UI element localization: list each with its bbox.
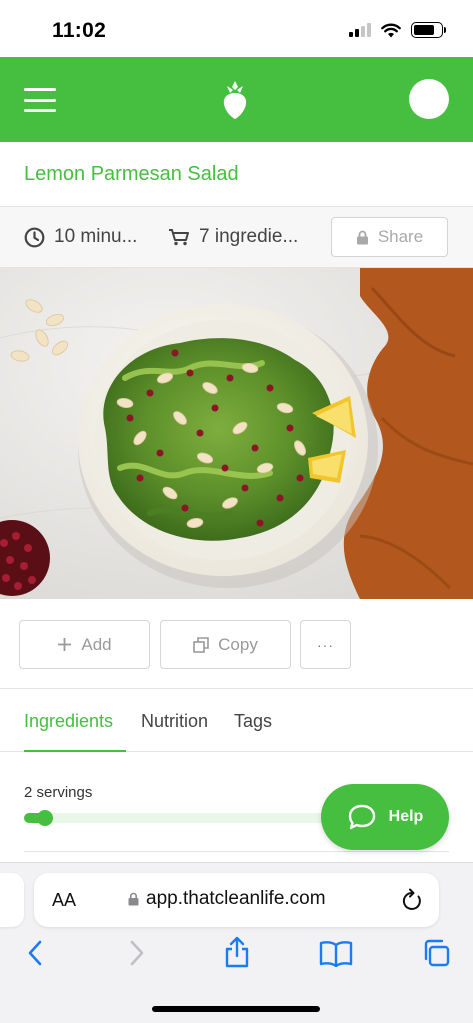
more-options-button[interactable]: ···	[300, 620, 351, 669]
lock-icon	[128, 892, 139, 906]
status-time: 11:02	[52, 19, 107, 42]
prep-time: 10 minu...	[24, 226, 137, 248]
previous-tab-preview[interactable]	[0, 873, 24, 927]
reader-settings-button[interactable]: AA	[52, 890, 76, 911]
servings-slider-thumb[interactable]	[37, 810, 54, 826]
hamburger-menu-button[interactable]	[24, 88, 56, 112]
copy-label: Copy	[218, 634, 258, 654]
recipe-tabs: Ingredients Nutrition Tags	[0, 689, 473, 752]
tab-nutrition[interactable]: Nutrition	[141, 711, 208, 732]
lock-icon	[356, 230, 368, 244]
status-bar: 11:02	[0, 0, 473, 57]
recipe-photo	[0, 268, 473, 599]
wifi-icon	[381, 23, 401, 37]
bookmarks-icon[interactable]	[319, 939, 353, 967]
url-display[interactable]: app.thatcleanlife.com	[128, 888, 326, 910]
prep-time-label: 10 minu...	[54, 226, 138, 247]
reload-icon[interactable]	[401, 888, 423, 912]
tab-ingredients[interactable]: Ingredients	[24, 711, 113, 732]
address-bar[interactable]: AA app.thatcleanlife.com	[34, 873, 439, 927]
tab-tags[interactable]: Tags	[234, 711, 272, 732]
recipe-meta-row: 10 minu... 7 ingredie... Share	[0, 207, 473, 268]
copy-button[interactable]: Copy	[160, 620, 291, 669]
help-label: Help	[388, 808, 424, 825]
ingredients-count: 7 ingredie...	[168, 226, 298, 248]
cellular-signal-icon	[349, 23, 371, 37]
tabs-icon[interactable]	[423, 938, 451, 968]
ingredients-count-label: 7 ingredie...	[199, 226, 299, 247]
user-avatar[interactable]	[409, 79, 449, 119]
share-label: Share	[377, 227, 424, 246]
browser-toolbar	[0, 936, 473, 979]
back-icon[interactable]	[26, 939, 44, 967]
aa-label: AA	[52, 890, 77, 910]
status-icons	[349, 22, 446, 38]
add-button[interactable]: Add	[19, 620, 150, 669]
cart-icon	[169, 229, 189, 246]
plus-icon	[58, 638, 72, 651]
clock-icon	[24, 227, 45, 247]
salad-image	[0, 268, 473, 599]
strawberry-logo-icon[interactable]	[222, 81, 248, 119]
recipe-actions: Add Copy ···	[0, 599, 473, 689]
add-label: Add	[81, 634, 112, 654]
recipe-title: Lemon Parmesan Salad	[24, 163, 239, 185]
share-icon[interactable]	[224, 936, 250, 968]
chat-bubble-icon	[348, 804, 375, 830]
servings-slider-track[interactable]	[24, 813, 330, 823]
share-button[interactable]: Share	[331, 217, 448, 257]
browser-chrome: AA app.thatcleanlife.com	[0, 862, 473, 1023]
active-tab-indicator	[24, 750, 126, 752]
battery-icon	[411, 22, 446, 38]
home-indicator	[152, 1006, 320, 1012]
divider	[24, 851, 449, 852]
recipe-title-bar: Lemon Parmesan Salad	[0, 142, 473, 207]
servings-label: 2 servings	[24, 784, 93, 801]
more-icon: ···	[317, 636, 334, 653]
help-button[interactable]: Help	[321, 784, 449, 850]
app-header	[0, 57, 473, 142]
url-text: app.thatcleanlife.com	[146, 888, 326, 909]
forward-icon[interactable]	[128, 939, 146, 967]
copy-icon	[193, 636, 209, 653]
